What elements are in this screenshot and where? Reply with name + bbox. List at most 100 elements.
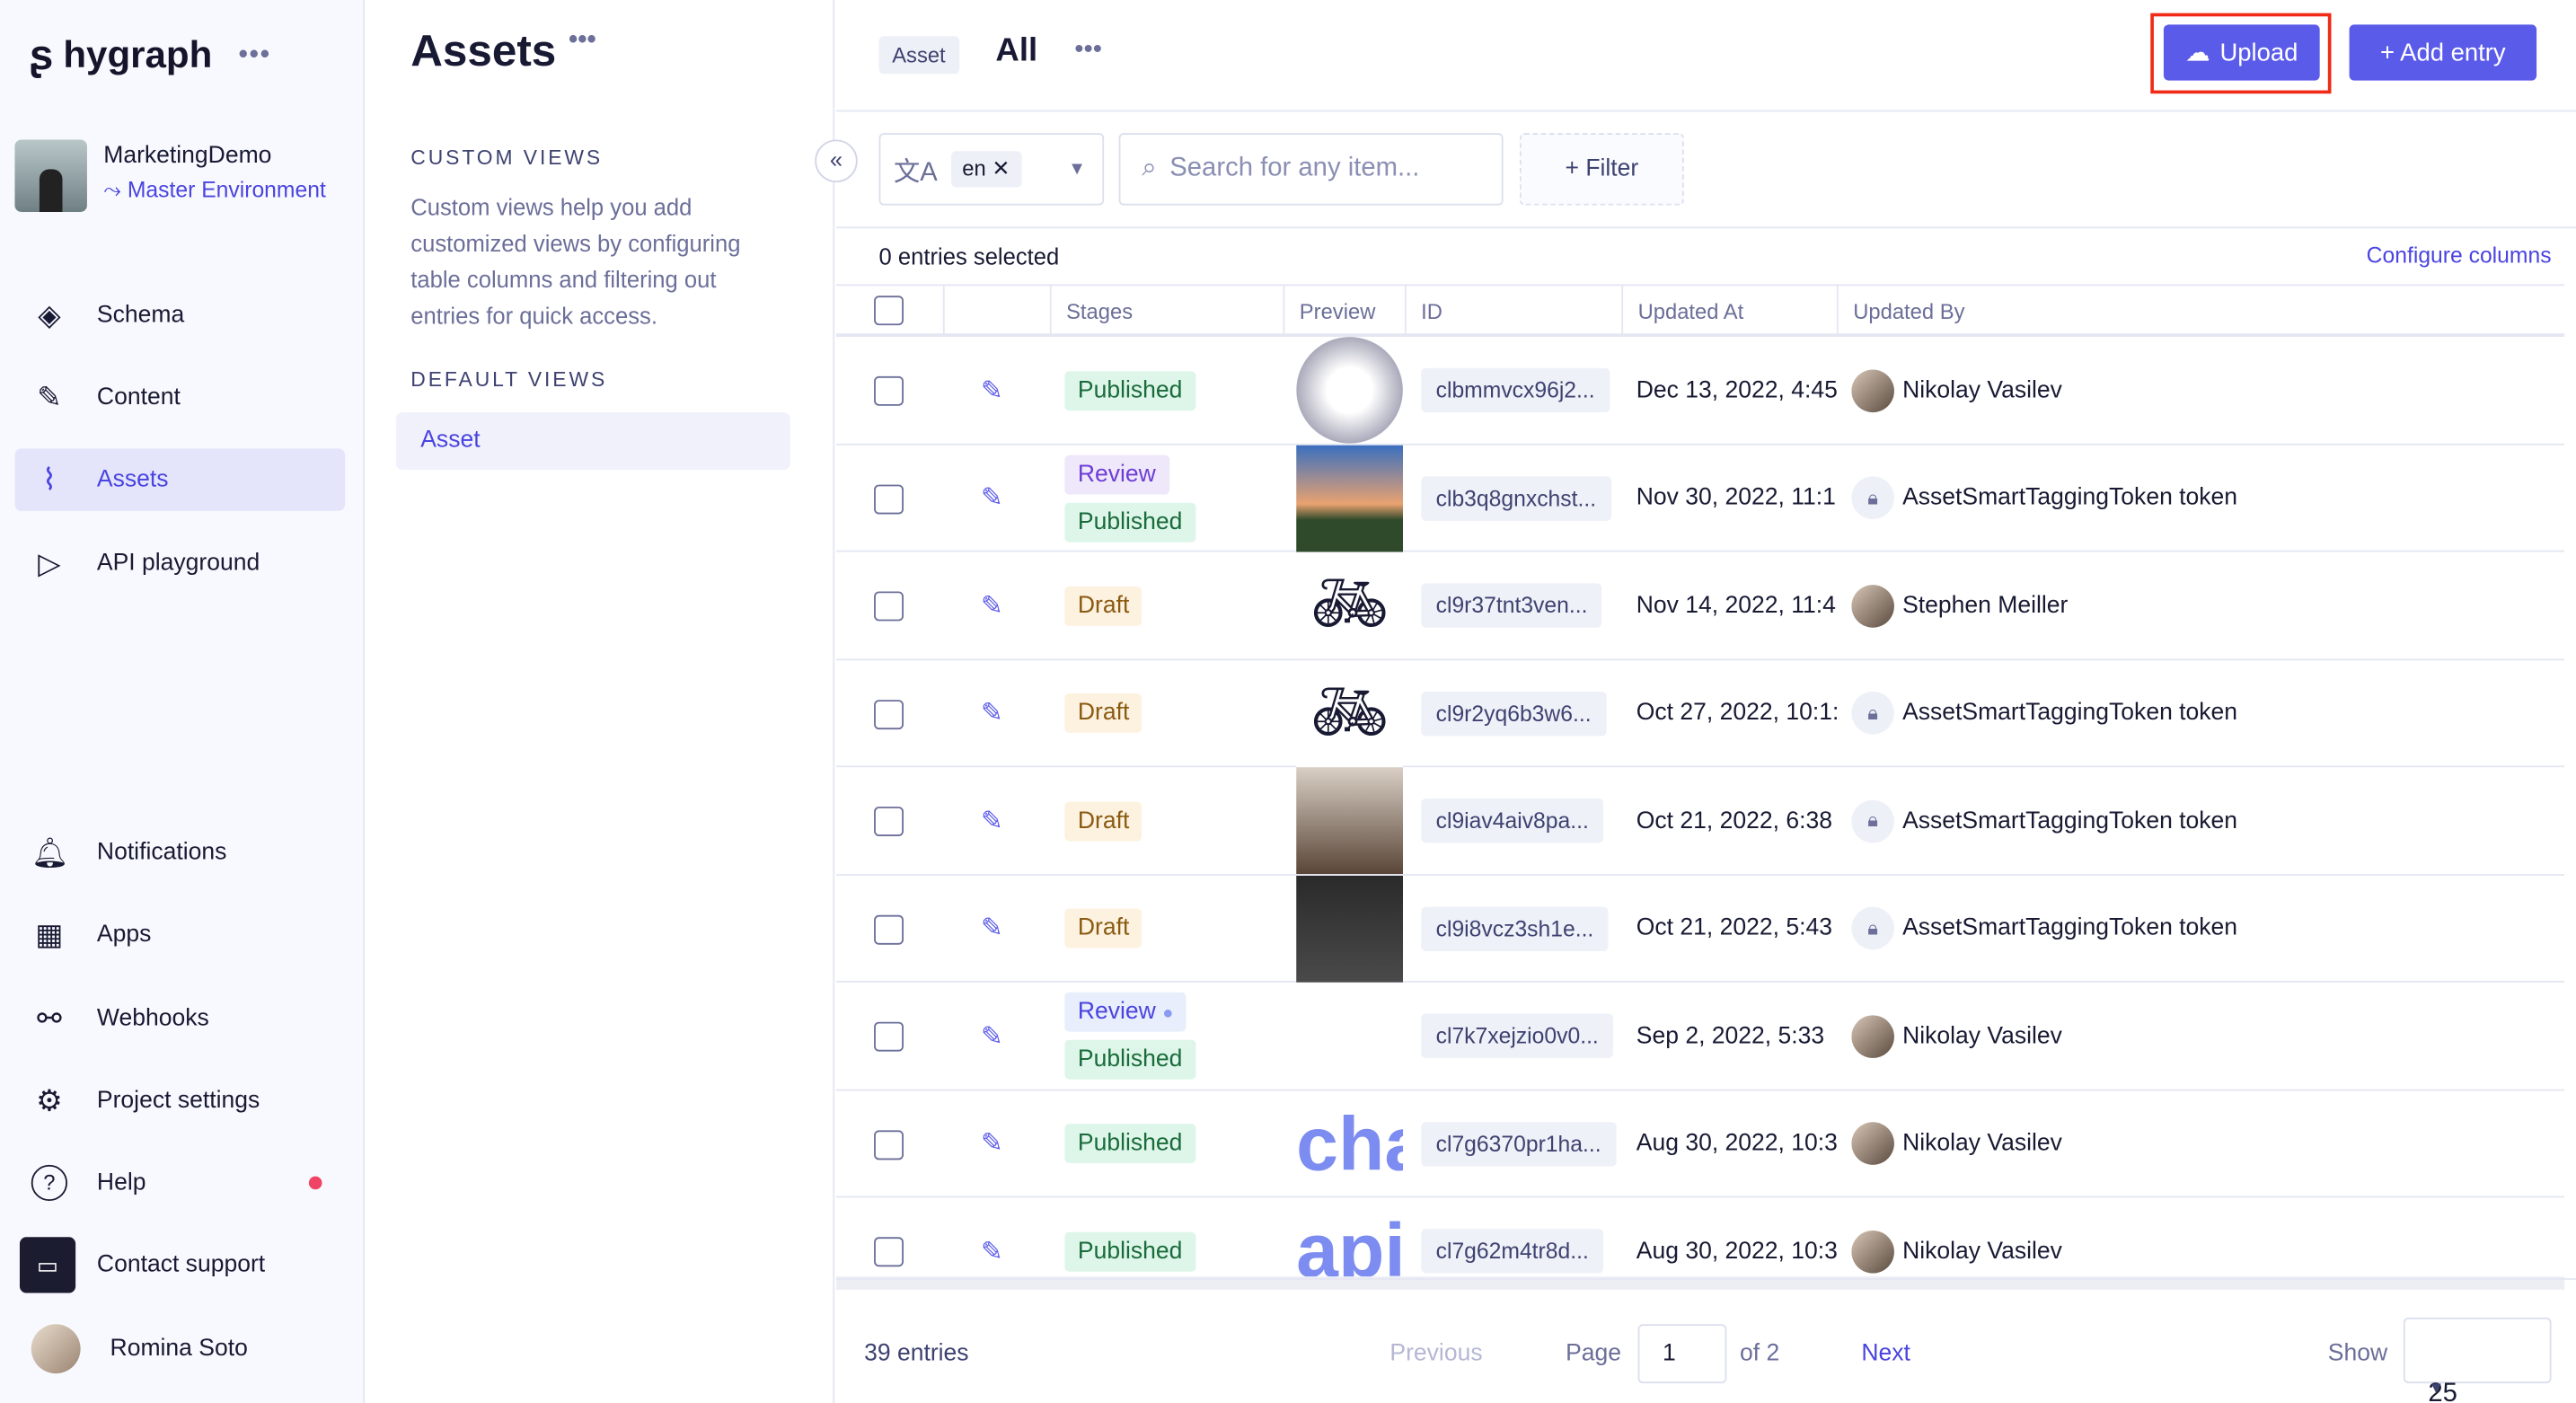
- configure-columns-link[interactable]: Configure columns: [2367, 243, 2552, 268]
- updated-at: Aug 30, 2022, 10:3: [1636, 1238, 1838, 1265]
- entry-id[interactable]: cl9i8vcz3sh1e...: [1421, 905, 1609, 951]
- entry-id[interactable]: clb3q8gnxchst...: [1421, 475, 1611, 520]
- column-updated-by[interactable]: Updated By: [1836, 286, 1964, 337]
- updated-at: Oct 27, 2022, 10:1:: [1636, 700, 1839, 727]
- preview-thumbnail[interactable]: [1296, 336, 1404, 444]
- filter-button[interactable]: + Filter: [1519, 133, 1684, 206]
- upload-button[interactable]: ☁ Upload: [2163, 24, 2320, 81]
- selection-count: 0 entries selected: [878, 243, 1060, 269]
- table-row[interactable]: ✎ Draft cl9i8vcz3sh1e... Oct 21, 2022, 5:43…: [836, 874, 2565, 983]
- stage-badge: Draft: [1064, 586, 1142, 625]
- sidebar-item-label: Webhooks: [96, 1005, 209, 1032]
- row-checkbox[interactable]: [874, 699, 904, 729]
- updated-at: Oct 21, 2022, 5:43: [1636, 914, 1832, 942]
- edit-icon[interactable]: ✎: [981, 337, 1003, 444]
- more-icon[interactable]: •••: [1074, 36, 1102, 66]
- table-row[interactable]: ✎ Draft 🚲︎ cl9r37tnt3ven... Nov 14, 2022, 11…: [836, 551, 2565, 660]
- search-input[interactable]: ⌕ Search for any item...: [1118, 133, 1504, 206]
- row-checkbox[interactable]: [874, 375, 904, 406]
- edit-icon[interactable]: ✎: [981, 445, 1003, 551]
- preview-thumbnail[interactable]: [1296, 444, 1404, 551]
- row-checkbox[interactable]: [874, 1237, 904, 1267]
- updated-at: Aug 30, 2022, 10:3: [1636, 1130, 1838, 1157]
- project-switcher[interactable]: MarketingDemo ⤳ Master Environment: [14, 139, 326, 212]
- column-id[interactable]: ID: [1404, 286, 1442, 337]
- table-row[interactable]: ✎ Review ● Published cl7k7xejzio0v0... Sep 2…: [836, 983, 2565, 1090]
- sidebar-item-api-playground[interactable]: ▷ API playground: [14, 533, 345, 596]
- sidebar-item-project-settings[interactable]: ⚙ Project settings: [14, 1070, 345, 1133]
- search-icon: ⌕: [1142, 154, 1157, 183]
- sidebar-item-contact-support[interactable]: ▭ Contact support: [14, 1234, 345, 1297]
- sidebar-item-webhooks[interactable]: ⚯ Webhooks: [14, 987, 345, 1050]
- next-button[interactable]: Next: [1861, 1341, 1910, 1367]
- column-preview[interactable]: Preview: [1283, 286, 1375, 337]
- view-item-asset[interactable]: Asset: [395, 412, 790, 471]
- previous-button[interactable]: Previous: [1389, 1341, 1482, 1367]
- add-entry-button[interactable]: + Add entry: [2349, 24, 2537, 81]
- more-icon[interactable]: •••: [239, 40, 271, 70]
- collapse-panel-icon[interactable]: «: [815, 139, 858, 183]
- preview-thumbnail[interactable]: [1296, 874, 1404, 982]
- edit-icon[interactable]: ✎: [981, 552, 1003, 659]
- entry-id[interactable]: cl9r2yq6b3w6...: [1421, 691, 1607, 736]
- stage-badge: Published: [1064, 1124, 1195, 1163]
- table-row[interactable]: ✎ Draft cl9iav4aiv8pa... Oct 21, 2022, 6:38…: [836, 767, 2565, 875]
- entry-id[interactable]: cl7g6370pr1ha...: [1421, 1121, 1617, 1166]
- hygraph-logo[interactable]: ʂ hygraph •••: [30, 30, 271, 81]
- preview-thumbnail[interactable]: 🚲︎: [1296, 659, 1404, 767]
- table-row[interactable]: ✎ Published cha cl7g6370pr1ha... Aug 30, 202…: [836, 1090, 2565, 1198]
- entry-id[interactable]: cl9iav4aiv8pa...: [1421, 798, 1604, 843]
- page-title: Assets •••: [410, 26, 596, 76]
- more-icon[interactable]: •••: [569, 26, 596, 54]
- model-tag: Asset: [878, 36, 959, 75]
- sidebar-item-help[interactable]: ? Help: [14, 1152, 345, 1214]
- sidebar-item-apps[interactable]: ▦ Apps: [14, 904, 345, 966]
- edit-icon[interactable]: ✎: [981, 875, 1003, 982]
- locale-chip[interactable]: en ✕: [950, 151, 1022, 188]
- row-checkbox[interactable]: [874, 1021, 904, 1052]
- page-label: Page: [1566, 1340, 1622, 1367]
- edit-icon[interactable]: ✎: [981, 767, 1003, 874]
- table-row[interactable]: ✎ Published api cl7g62m4tr8d... Aug 30, 2022…: [836, 1197, 2564, 1276]
- sidebar-item-label: Help: [96, 1169, 146, 1196]
- entry-id[interactable]: cl7k7xejzio0v0...: [1421, 1013, 1614, 1058]
- edit-icon[interactable]: ✎: [981, 659, 1003, 766]
- table-row[interactable]: ✎ Draft 🚲︎ cl9r2yq6b3w6... Oct 27, 2022, 10:…: [836, 659, 2565, 768]
- row-checkbox[interactable]: [874, 483, 904, 514]
- sidebar-item-schema[interactable]: ◈ Schema: [14, 284, 345, 347]
- entry-id[interactable]: cl7g62m4tr8d...: [1421, 1229, 1604, 1274]
- table-row[interactable]: ✎ Review Published clb3q8gnxchst... Nov 30, …: [836, 444, 2565, 552]
- edit-icon[interactable]: ✎: [981, 983, 1003, 1090]
- sidebar-item-notifications[interactable]: 🔔︎ Notifications: [14, 822, 345, 885]
- page-size-select[interactable]: 25 ▼: [2403, 1317, 2552, 1403]
- view-name: All: [995, 32, 1038, 69]
- table-row[interactable]: ✎ Published clbmmvcx96j2... Dec 13, 2022, 4…: [836, 336, 2565, 445]
- select-all-checkbox[interactable]: [874, 296, 904, 326]
- column-stages[interactable]: Stages: [1049, 286, 1133, 337]
- column-updated-at[interactable]: Updated At: [1621, 286, 1743, 337]
- preview-thumbnail[interactable]: [1296, 767, 1404, 875]
- updated-at: Oct 21, 2022, 6:38: [1636, 807, 1832, 834]
- updated-at: Dec 13, 2022, 4:45: [1636, 376, 1838, 404]
- entry-id[interactable]: clbmmvcx96j2...: [1421, 367, 1610, 413]
- edit-icon[interactable]: ✎: [981, 1090, 1003, 1197]
- row-checkbox[interactable]: [874, 913, 904, 944]
- sidebar-item-romina-soto[interactable]: Romina Soto: [14, 1318, 345, 1381]
- locale-select[interactable]: 文A en ✕ ▼: [878, 133, 1105, 206]
- lock-icon: 🔒︎: [1851, 799, 1894, 843]
- updated-at: Nov 30, 2022, 11:1: [1636, 484, 1836, 511]
- page-input[interactable]: 1: [1637, 1324, 1727, 1384]
- row-checkbox[interactable]: [874, 1129, 904, 1160]
- preview-thumbnail[interactable]: cha: [1296, 1090, 1403, 1197]
- row-checkbox[interactable]: [874, 591, 904, 622]
- edit-icon[interactable]: ✎: [981, 1197, 1003, 1276]
- sidebar-item-assets[interactable]: ⌇ Assets: [14, 448, 346, 511]
- stage-badge: Published: [1064, 501, 1195, 542]
- sidebar-item-label: Apps: [96, 922, 152, 949]
- preview-thumbnail[interactable]: 🚲︎: [1296, 551, 1404, 659]
- entry-id[interactable]: cl9r37tnt3ven...: [1421, 583, 1602, 628]
- sidebar-item-content[interactable]: ✎ Content: [14, 366, 345, 429]
- preview-thumbnail[interactable]: api: [1296, 1197, 1403, 1276]
- row-checkbox[interactable]: [874, 807, 904, 837]
- environment-link[interactable]: ⤳ Master Environment: [103, 178, 326, 204]
